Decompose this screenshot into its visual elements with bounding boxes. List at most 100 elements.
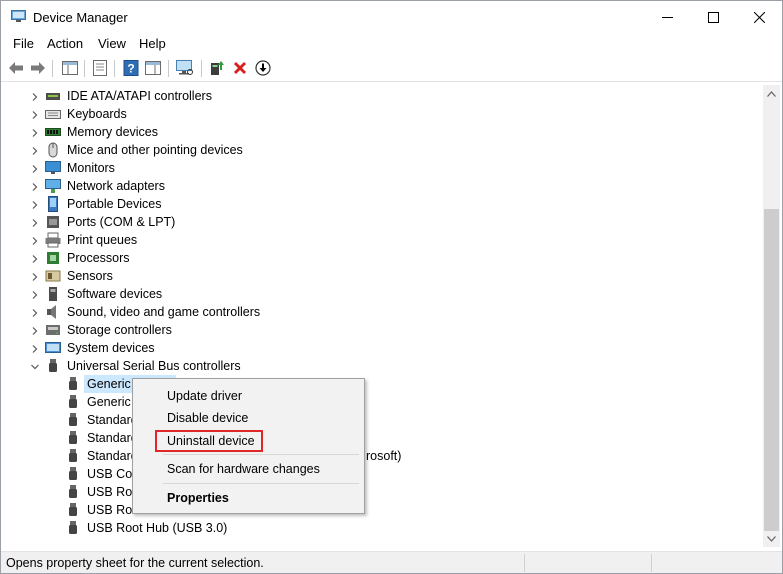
close-button[interactable] (736, 1, 782, 33)
scroll-up-button[interactable] (763, 85, 780, 102)
show-hide-tree-button[interactable] (61, 59, 79, 77)
software-device-icon (45, 286, 61, 302)
category-label[interactable]: Sound, video and game controllers (67, 305, 260, 319)
mouse-icon (45, 142, 61, 158)
device-label[interactable]: Standard (87, 449, 138, 463)
chevron-right-icon (32, 201, 38, 209)
ide-controller-icon (45, 88, 61, 104)
chevron-right-icon (32, 309, 38, 317)
chevron-down-icon (767, 535, 776, 542)
menu-disable-device[interactable]: Disable device (167, 411, 248, 425)
menu-update-driver[interactable]: Update driver (167, 389, 242, 403)
title-bar[interactable]: Device Manager (1, 1, 782, 33)
monitor-icon (45, 160, 61, 176)
usb-hub-icon (65, 448, 81, 464)
menu-view[interactable]: View (98, 36, 126, 51)
minimize-button[interactable] (644, 1, 690, 33)
expand-toggle[interactable] (30, 163, 40, 173)
keyboard-icon (45, 106, 61, 122)
category-label[interactable]: Monitors (67, 161, 115, 175)
forward-button[interactable] (29, 59, 47, 77)
back-button[interactable] (7, 59, 25, 77)
scan-hardware-icon (176, 60, 193, 75)
svg-text:?: ? (127, 62, 134, 76)
vertical-scrollbar[interactable] (763, 85, 780, 547)
expand-toggle[interactable] (30, 235, 40, 245)
usb-hub-icon (65, 412, 81, 428)
expand-toggle[interactable] (30, 181, 40, 191)
category-label[interactable]: Processors (67, 251, 130, 265)
expand-toggle[interactable] (30, 253, 40, 263)
expand-toggle[interactable] (30, 91, 40, 101)
storage-icon (45, 322, 61, 338)
update-driver-button[interactable] (208, 59, 226, 77)
scan-hardware-button[interactable] (176, 59, 194, 77)
help-button[interactable]: ? (122, 59, 140, 77)
show-hide-console-tree-icon (62, 61, 78, 75)
chevron-right-icon (32, 237, 38, 245)
device-label[interactable]: USB Root Hub (USB 3.0) (87, 521, 227, 535)
menu-properties[interactable]: Properties (167, 491, 229, 505)
download-driver-button[interactable] (254, 59, 272, 77)
category-label[interactable]: Network adapters (67, 179, 165, 193)
device-label-suffix: rosoft) (366, 449, 402, 463)
context-menu: Update driver Disable device Uninstall d… (132, 378, 365, 514)
chevron-right-icon (32, 93, 38, 101)
category-label[interactable]: Ports (COM & LPT) (67, 215, 175, 229)
menu-help[interactable]: Help (139, 36, 166, 51)
properties-button[interactable] (91, 59, 109, 77)
update-driver-icon (211, 61, 224, 75)
expand-toggle[interactable] (30, 343, 40, 353)
expand-toggle[interactable] (30, 217, 40, 227)
category-label[interactable]: IDE ATA/ATAPI controllers (67, 89, 212, 103)
menu-action[interactable]: Action (47, 36, 83, 51)
category-label[interactable]: Keyboards (67, 107, 127, 121)
category-label[interactable]: Print queues (67, 233, 137, 247)
category-label[interactable]: Software devices (67, 287, 162, 301)
usb-hub-icon (65, 520, 81, 536)
chevron-right-icon (32, 219, 38, 227)
chevron-right-icon (32, 255, 38, 263)
device-label[interactable]: Standard (87, 431, 138, 445)
menu-scan-hardware[interactable]: Scan for hardware changes (167, 462, 320, 476)
processor-icon (45, 250, 61, 266)
maximize-icon (707, 11, 719, 23)
category-label[interactable]: System devices (67, 341, 155, 355)
expand-toggle[interactable] (30, 127, 40, 137)
chevron-right-icon (32, 327, 38, 335)
category-label[interactable]: Memory devices (67, 125, 158, 139)
device-label[interactable]: Standard (87, 413, 138, 427)
expand-toggle[interactable] (30, 289, 40, 299)
download-driver-icon (255, 60, 271, 76)
expand-toggle[interactable] (30, 199, 40, 209)
category-label[interactable]: Portable Devices (67, 197, 162, 211)
expand-toggle[interactable] (30, 307, 40, 317)
chevron-right-icon (32, 165, 38, 173)
device-tree[interactable]: IDE ATA/ATAPI controllers Keyboards Memory… (1, 85, 763, 547)
maximize-button[interactable] (690, 1, 736, 33)
printer-icon (45, 232, 61, 248)
expand-toggle[interactable] (30, 325, 40, 335)
view-pane-button[interactable] (144, 59, 162, 77)
window-title: Device Manager (33, 10, 128, 25)
usb-icon (45, 358, 61, 374)
expand-toggle[interactable] (30, 145, 40, 155)
category-label[interactable]: Mice and other pointing devices (67, 143, 243, 157)
network-adapter-icon (45, 178, 61, 194)
category-label[interactable]: Storage controllers (67, 323, 172, 337)
usb-hub-icon (65, 484, 81, 500)
expand-toggle[interactable] (30, 361, 40, 371)
scroll-thumb[interactable] (764, 209, 779, 531)
device-manager-icon (11, 10, 26, 22)
uninstall-button[interactable] (231, 59, 249, 77)
scroll-down-button[interactable] (763, 530, 780, 547)
system-device-icon (45, 340, 61, 356)
uninstall-x-icon (233, 61, 247, 75)
chevron-down-icon (31, 364, 39, 370)
expand-toggle[interactable] (30, 109, 40, 119)
expand-toggle[interactable] (30, 271, 40, 281)
usb-hub-icon (65, 466, 81, 482)
menu-file[interactable]: File (13, 36, 34, 51)
category-label[interactable]: Universal Serial Bus controllers (67, 359, 241, 373)
category-label[interactable]: Sensors (67, 269, 113, 283)
